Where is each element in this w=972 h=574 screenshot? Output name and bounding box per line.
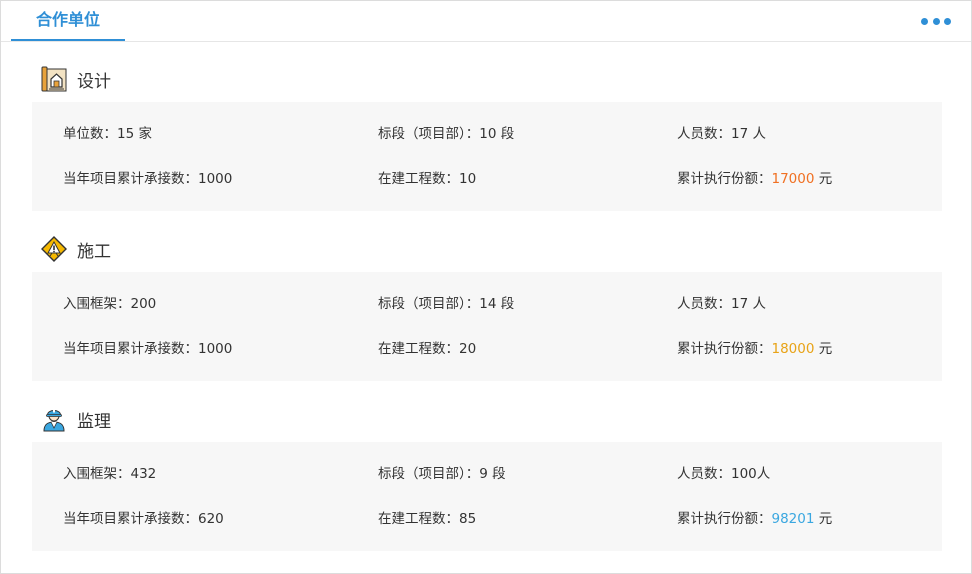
dot (932, 18, 940, 25)
executed-share-unit: 元 (814, 511, 833, 527)
section-title-design: 设计 (41, 65, 111, 93)
executed-share-label: 累计执行份额： (677, 341, 772, 357)
more-dots-icon[interactable] (921, 18, 951, 26)
dot (921, 18, 928, 25)
supervision-executed-share: 累计执行份额：98201 元 (677, 511, 832, 527)
section-title-text: 施工 (77, 241, 111, 262)
section-title-construction: 施工 (41, 235, 111, 263)
design-unit-count: 单位数：15 家 (63, 126, 152, 142)
construction-framework-count: 入围框架：200 (63, 296, 157, 312)
supervisor-worker-icon (43, 409, 65, 432)
supervision-segment-count: 标段（项目部）：9 段 (378, 466, 506, 482)
panel-header: 合作单位 (1, 1, 971, 42)
blueprint-icon (41, 66, 67, 92)
partner-units-panel: 合作单位 设计 单位数：15 家 标段（项目部）：10 段 人员数：17 人 当… (0, 0, 972, 574)
executed-share-value: 98201 (771, 511, 815, 527)
design-segment-count: 标段（项目部）：10 段 (378, 126, 515, 142)
section-title-text: 设计 (77, 71, 111, 92)
executed-share-label: 累计执行份额： (677, 171, 772, 187)
section-box-construction: 入围框架：200 标段（项目部）：14 段 人员数：17 人 当年项目累计承接数… (32, 272, 942, 381)
design-ongoing-projects: 在建工程数：10 (378, 171, 477, 187)
construction-segment-count: 标段（项目部）：14 段 (378, 296, 515, 312)
supervision-ongoing-projects: 在建工程数：85 (378, 511, 477, 527)
supervision-annual-projects: 当年项目累计承接数：620 (63, 511, 224, 527)
section-box-supervision: 入围框架：432 标段（项目部）：9 段 人员数：100人 当年项目累计承接数：… (32, 442, 942, 551)
section-title-text: 监理 (77, 411, 111, 432)
section-title-supervision: 监理 (41, 405, 111, 433)
dot (944, 18, 951, 25)
executed-share-label: 累计执行份额： (677, 511, 772, 527)
design-executed-share: 累计执行份额：17000 元 (677, 171, 832, 187)
section-box-design: 单位数：15 家 标段（项目部）：10 段 人员数：17 人 当年项目累计承接数… (32, 102, 942, 211)
executed-share-value: 18000 (771, 341, 815, 357)
construction-executed-share: 累计执行份额：18000 元 (677, 341, 832, 357)
tab-partner-units[interactable]: 合作单位 (11, 1, 125, 41)
design-staff-count: 人员数：17 人 (677, 126, 766, 142)
construction-annual-projects: 当年项目累计承接数：1000 (63, 341, 233, 357)
executed-share-unit: 元 (814, 341, 833, 357)
design-annual-projects: 当年项目累计承接数：1000 (63, 171, 233, 187)
construction-warning-icon (41, 236, 67, 262)
executed-share-unit: 元 (814, 171, 833, 187)
executed-share-value: 17000 (771, 171, 815, 187)
supervision-framework-count: 入围框架：432 (63, 466, 157, 482)
construction-ongoing-projects: 在建工程数：20 (378, 341, 477, 357)
supervision-staff-count: 人员数：100人 (677, 466, 771, 482)
construction-staff-count: 人员数：17 人 (677, 296, 766, 312)
